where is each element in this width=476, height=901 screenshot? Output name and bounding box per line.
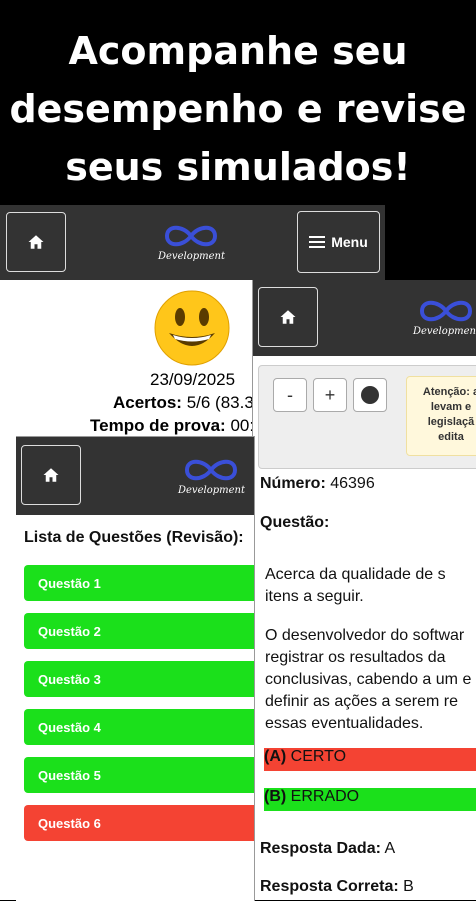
question-paragraph-1: Acerca da qualidade de s itens a seguir. xyxy=(265,564,446,608)
text-line: itens a seguir. xyxy=(265,588,364,605)
promo-headline: Acompanhe seu desempenho e revise seus s… xyxy=(0,0,476,205)
development-logo: Development xyxy=(178,455,245,496)
navbar: Development Menu xyxy=(0,205,385,280)
numero-label: Número: xyxy=(260,475,326,492)
acertos-label: Acertos: xyxy=(113,393,182,412)
infinity-logo-icon xyxy=(185,459,238,481)
question-item-5[interactable]: Questão 5 xyxy=(24,757,254,793)
navbar: Development xyxy=(253,280,476,356)
home-icon xyxy=(28,235,44,249)
notice-line: legislaçã xyxy=(427,416,475,428)
result-date: 23/09/2025 xyxy=(150,370,236,389)
question-paragraph-2: O desenvolvedor do softwar registrar os … xyxy=(265,625,471,735)
option-a-letter: (A) xyxy=(264,748,287,765)
notice-box: Atenção: a levam e legislaçã edita xyxy=(406,376,476,456)
resposta-dada: Resposta Dada: A xyxy=(260,840,395,858)
acertos-value: 5/6 (83.3 xyxy=(186,393,254,412)
hamburger-icon xyxy=(309,236,326,248)
home-button[interactable] xyxy=(258,287,318,347)
home-icon xyxy=(280,310,296,324)
question-toolbar: - + Atenção: a levam e legislaçã edita xyxy=(258,365,476,469)
circle-icon xyxy=(361,386,379,404)
home-icon xyxy=(43,468,59,482)
text-line: O desenvolvedor do softwar xyxy=(265,627,465,644)
navbar: Development xyxy=(16,437,254,515)
question-item-1[interactable]: Questão 1 xyxy=(24,565,254,601)
notice-line: Atenção: a xyxy=(422,386,476,398)
text-line: conclusivas, cabendo a um e xyxy=(265,671,472,688)
text-line: registrar os resultados da xyxy=(265,649,446,666)
question-screen: Development - + Atenção: a levam e legis… xyxy=(252,280,476,900)
resposta-correta-label: Resposta Correta: xyxy=(260,878,399,895)
questao-label: Questão: xyxy=(260,514,330,531)
logo-text: Development xyxy=(413,326,476,337)
option-a-text: CERTO xyxy=(290,748,347,765)
result-tempo: Tempo de prova: 00: xyxy=(90,416,254,436)
infinity-logo-icon xyxy=(420,300,473,322)
numero-value: 46396 xyxy=(330,475,375,492)
font-increase-button[interactable]: + xyxy=(313,378,347,412)
infinity-logo-icon xyxy=(165,225,218,247)
headline-line-2: desempenho e revise xyxy=(9,87,467,131)
option-b-letter: (B) xyxy=(264,788,287,805)
text-line: definir as ações a serem re xyxy=(265,693,458,710)
result-acertos: Acertos: 5/6 (83.3 xyxy=(113,393,254,413)
tempo-label: Tempo de prova: xyxy=(90,416,226,435)
font-decrease-button[interactable]: - xyxy=(273,378,307,412)
home-button[interactable] xyxy=(21,445,81,505)
review-list-screen: Development Lista de Questões (Revisão):… xyxy=(16,436,255,901)
question-number: Número: 46396 xyxy=(260,475,375,493)
theme-toggle-button[interactable] xyxy=(353,378,387,412)
logo-text: Development xyxy=(178,485,245,496)
text-line: Acerca da qualidade de s xyxy=(265,566,446,583)
option-b[interactable]: (B) ERRADO xyxy=(264,788,476,811)
logo-text: Development xyxy=(158,251,225,262)
option-a[interactable]: (A) CERTO xyxy=(264,748,476,771)
development-logo: Development xyxy=(413,296,476,337)
menu-label: Menu xyxy=(331,234,368,250)
smiley-icon xyxy=(153,289,231,371)
question-item-4[interactable]: Questão 4 xyxy=(24,709,254,745)
question-item-2[interactable]: Questão 2 xyxy=(24,613,254,649)
notice-line: levam e xyxy=(430,401,472,413)
menu-button[interactable]: Menu xyxy=(297,211,380,273)
review-title: Lista de Questões (Revisão): xyxy=(24,529,244,546)
option-b-text: ERRADO xyxy=(290,788,360,805)
tempo-value: 00: xyxy=(230,416,255,435)
development-logo: Development xyxy=(158,221,225,262)
resposta-correta: Resposta Correta: B xyxy=(260,878,414,896)
home-button[interactable] xyxy=(6,212,66,272)
headline-line-3: seus simulados! xyxy=(65,145,411,189)
text-line: essas eventualidades. xyxy=(265,715,424,732)
notice-line: edita xyxy=(438,431,464,443)
resposta-correta-value: B xyxy=(403,878,414,895)
resposta-dada-label: Resposta Dada: xyxy=(260,840,381,857)
question-item-3[interactable]: Questão 3 xyxy=(24,661,254,697)
headline-line-1: Acompanhe seu xyxy=(68,29,408,73)
question-item-6[interactable]: Questão 6 xyxy=(24,805,254,841)
resposta-dada-value: A xyxy=(384,840,396,857)
